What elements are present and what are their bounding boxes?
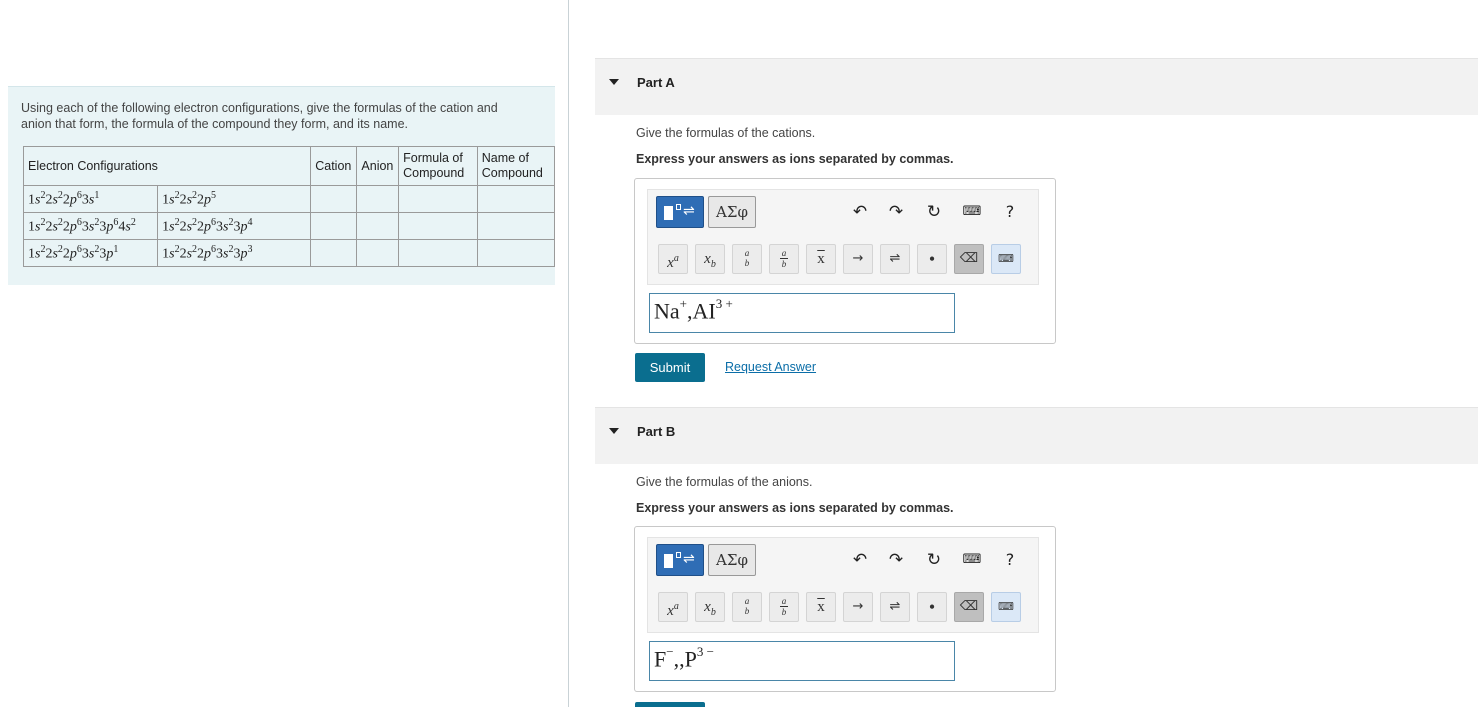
formula-cell [398,185,478,213]
part-b-header[interactable]: Part B [595,407,1478,464]
reaction-arrow-button[interactable]: → [843,592,873,622]
part-a-instruction: Express your answers as ions separated b… [636,152,954,166]
part-b-answer-input[interactable]: F−,,P3 − [649,641,955,681]
undo-icon[interactable]: ↶ [848,200,872,224]
header-cation: Cation [309,146,357,186]
submit-button[interactable]: Submit [635,353,705,382]
config-cell: 1s22s22p63s23p64s2 [22,212,159,240]
formula-cell [398,212,478,240]
keyboard-icon[interactable]: ⌨ [960,200,984,224]
keyboard-toggle-icon[interactable]: ⌨ [991,244,1021,274]
header-electron-configurations: Electron Configurations [23,146,311,186]
table-row: 1s22s22p63s23p64s2 1s22s22p63s23p4 [22,212,556,240]
reset-icon[interactable]: ↻ [922,200,946,224]
part-b-submit-button[interactable] [635,702,705,707]
part-b-answer-editor: ⇌ ΑΣφ ↶ ↷ ↻ ⌨ ? xa xb ab ab x → ⇌ • ⌫ ⌨ … [634,526,1056,692]
cation-cell [309,239,357,267]
electron-config-table: Electron Configurations Cation Anion For… [22,146,556,267]
keyboard-toggle-icon[interactable]: ⌨ [991,592,1021,622]
redo-icon[interactable]: ↷ [884,200,908,224]
problem-intro-panel: Using each of the following electron con… [8,86,556,285]
part-b-instruction: Express your answers as ions separated b… [636,501,954,515]
help-icon[interactable]: ? [998,548,1022,572]
anion-cell [355,239,400,267]
part-a-header[interactable]: Part A [595,58,1478,115]
name-cell [476,185,556,213]
cation-cell [309,185,357,213]
config-cell: 1s22s22p5 [157,185,311,213]
part-b-title: Part B [637,424,676,439]
equilibrium-arrow-button[interactable]: ⇌ [880,592,910,622]
templates-button[interactable]: ⇌ [656,544,704,576]
redo-icon[interactable]: ↷ [884,548,908,572]
part-a-answer-input[interactable]: Na+,AI3 + [649,293,955,333]
header-name-of-compound: Name of Compound [476,146,556,186]
help-icon[interactable]: ? [998,200,1022,224]
part-a-question: Give the formulas of the cations. [636,126,816,140]
dot-button[interactable]: • [917,592,947,622]
templates-icon: ⇌ [683,551,695,567]
config-cell: 1s22s22p63s23p3 [157,239,311,267]
table-row: 1s22s22p63s1 1s22s22p5 [22,185,556,213]
dot-button[interactable]: • [917,244,947,274]
subscript-button[interactable]: xb [695,592,725,622]
config-cell: 1s22s22p63s1 [22,185,159,213]
anion-cell [355,185,400,213]
overline-button[interactable]: x [806,592,836,622]
cation-cell [309,212,357,240]
delete-icon[interactable]: ⌫ [954,244,984,274]
delete-icon[interactable]: ⌫ [954,592,984,622]
fraction-button[interactable]: ab [732,244,762,274]
subscript-button[interactable]: xb [695,244,725,274]
small-fraction-button[interactable]: ab [769,244,799,274]
formula-cell [398,239,478,267]
superscript-button[interactable]: xa [658,592,688,622]
greek-symbols-button[interactable]: ΑΣφ [708,196,756,228]
anion-cell [355,212,400,240]
name-cell [476,239,556,267]
problem-statement: Using each of the following electron con… [21,101,498,131]
reset-icon[interactable]: ↻ [922,548,946,572]
undo-icon[interactable]: ↶ [848,548,872,572]
table-header-row: Electron Configurations Cation Anion For… [23,146,556,186]
config-cell: 1s22s22p63s23p1 [22,239,159,267]
templates-icon: ⇌ [683,203,695,219]
header-anion: Anion [355,146,400,186]
request-answer-link[interactable]: Request Answer [725,360,816,374]
small-fraction-button[interactable]: ab [769,592,799,622]
panel-divider [568,0,569,707]
name-cell [476,212,556,240]
greek-symbols-button[interactable]: ΑΣφ [708,544,756,576]
part-a-answer-editor: ⇌ ΑΣφ ↶ ↷ ↻ ⌨ ? xa xb ab ab x → ⇌ • ⌫ ⌨ … [634,178,1056,344]
fraction-button[interactable]: ab [732,592,762,622]
part-b-question: Give the formulas of the anions. [636,475,813,489]
equilibrium-arrow-button[interactable]: ⇌ [880,244,910,274]
config-cell: 1s22s22p63s23p4 [157,212,311,240]
header-formula-of-compound: Formula of Compound [398,146,478,186]
collapse-caret-icon[interactable] [609,79,619,85]
overline-button[interactable]: x [806,244,836,274]
reaction-arrow-button[interactable]: → [843,244,873,274]
part-a-title: Part A [637,75,675,90]
collapse-caret-icon[interactable] [609,428,619,434]
superscript-button[interactable]: xa [658,244,688,274]
editor-toolbar: ⇌ ΑΣφ ↶ ↷ ↻ ⌨ ? xa xb ab ab x → ⇌ • ⌫ ⌨ [647,537,1039,633]
table-row: 1s22s22p63s23p1 1s22s22p63s23p3 [22,239,556,267]
editor-toolbar: ⇌ ΑΣφ ↶ ↷ ↻ ⌨ ? xa xb ab ab x → ⇌ • ⌫ ⌨ [647,189,1039,285]
keyboard-icon[interactable]: ⌨ [960,548,984,572]
templates-button[interactable]: ⇌ [656,196,704,228]
